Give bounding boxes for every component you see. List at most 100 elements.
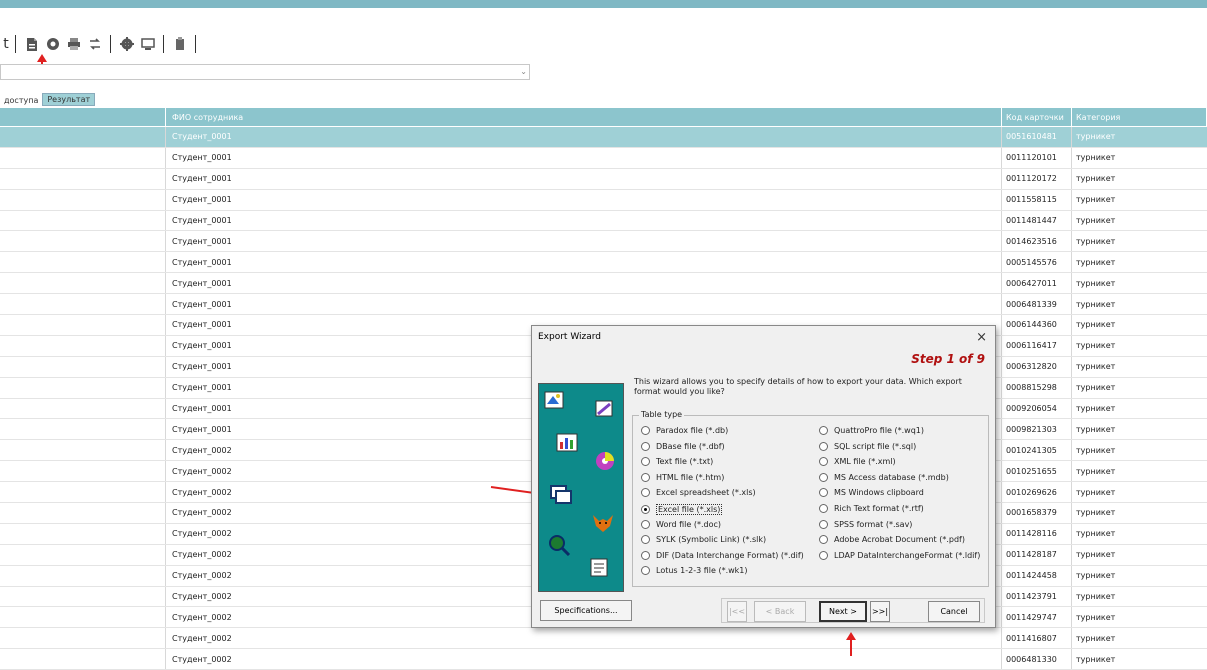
export-icon[interactable] xyxy=(23,36,40,53)
employee-name-cell[interactable]: Студент_0001 xyxy=(166,231,1002,252)
print-icon[interactable] xyxy=(65,36,82,53)
close-icon[interactable]: × xyxy=(976,330,987,345)
employee-name-cell[interactable]: Студент_0002 xyxy=(166,628,1002,649)
row-indicator-cell[interactable] xyxy=(0,565,166,586)
export-format-option[interactable]: HTML file (*.htm) xyxy=(641,472,724,482)
card-code-cell[interactable]: 0011424458 xyxy=(1002,565,1072,586)
next-button[interactable]: Next > xyxy=(819,601,867,622)
category-cell[interactable]: турникет xyxy=(1072,649,1207,669)
radio-button[interactable] xyxy=(819,535,828,545)
row-indicator-cell[interactable] xyxy=(0,461,166,482)
category-cell[interactable]: турникет xyxy=(1072,148,1207,168)
card-code-cell[interactable]: 0008815298 xyxy=(1002,377,1072,398)
employee-name-cell[interactable]: Студент_0002 xyxy=(166,649,1002,670)
table-row[interactable]: Студент_0001 0005145576 турникет xyxy=(0,252,1207,274)
row-indicator-cell[interactable] xyxy=(0,315,166,335)
category-cell[interactable]: турникет xyxy=(1072,503,1207,523)
card-code-cell[interactable]: 0011428116 xyxy=(1002,523,1072,544)
tab-result[interactable]: Результат xyxy=(42,93,96,106)
row-indicator-cell[interactable] xyxy=(0,294,166,315)
specifications-button[interactable]: Specifications... xyxy=(540,600,632,621)
card-code-cell[interactable]: 0011429747 xyxy=(1002,607,1072,628)
category-cell[interactable]: турникет xyxy=(1072,357,1207,377)
category-cell[interactable]: турникет xyxy=(1072,190,1207,210)
card-code-cell[interactable]: 0006481339 xyxy=(1002,294,1072,315)
radio-button[interactable] xyxy=(819,472,828,482)
radio-button[interactable] xyxy=(641,426,650,435)
row-indicator-cell[interactable] xyxy=(0,210,166,231)
export-format-option[interactable]: DIF (Data Interchange Format) (*.dif) xyxy=(641,550,804,560)
export-format-option[interactable]: Rich Text format (*.rtf) xyxy=(819,504,924,513)
card-code-cell[interactable]: 0009206054 xyxy=(1002,398,1072,419)
grid-header-card-code[interactable]: Код карточки xyxy=(1002,108,1072,126)
category-cell[interactable]: турникет xyxy=(1072,336,1207,356)
card-code-cell[interactable]: 0010251655 xyxy=(1002,461,1072,482)
radio-button[interactable] xyxy=(641,535,650,545)
radio-button[interactable] xyxy=(641,488,650,498)
category-cell[interactable]: турникет xyxy=(1072,231,1207,251)
radio-button[interactable] xyxy=(641,505,650,514)
export-format-option[interactable]: SQL script file (*.sql) xyxy=(819,441,916,451)
row-indicator-cell[interactable] xyxy=(0,127,166,147)
category-cell[interactable]: турникет xyxy=(1072,399,1207,419)
card-code-cell[interactable]: 0011120101 xyxy=(1002,147,1072,168)
export-format-option[interactable]: DBase file (*.dbf) xyxy=(641,441,725,451)
radio-button[interactable] xyxy=(641,457,650,467)
row-indicator-cell[interactable] xyxy=(0,419,166,440)
export-format-option[interactable]: Word file (*.doc) xyxy=(641,519,721,529)
row-indicator-cell[interactable] xyxy=(0,335,166,356)
back-button[interactable]: < Back xyxy=(754,601,806,622)
table-row[interactable]: Студент_0002 0006481330 турникет xyxy=(0,649,1207,670)
row-indicator-cell[interactable] xyxy=(0,147,166,168)
row-indicator-cell[interactable] xyxy=(0,273,166,294)
table-row[interactable]: Студент_0001 0011558115 турникет xyxy=(0,189,1207,211)
row-indicator-cell[interactable] xyxy=(0,523,166,544)
category-cell[interactable]: турникет xyxy=(1072,273,1207,293)
employee-name-cell[interactable]: Студент_0001 xyxy=(166,168,1002,189)
category-cell[interactable]: турникет xyxy=(1072,211,1207,231)
employee-name-cell[interactable]: Студент_0001 xyxy=(166,147,1002,168)
card-code-cell[interactable]: 0005145576 xyxy=(1002,252,1072,273)
card-code-cell[interactable]: 0006427011 xyxy=(1002,273,1072,294)
export-format-option[interactable]: Excel spreadsheet (*.xls) xyxy=(641,488,756,498)
export-format-option[interactable]: SYLK (Symbolic Link) (*.slk) xyxy=(641,535,766,545)
radio-button[interactable] xyxy=(641,566,650,576)
row-indicator-cell[interactable] xyxy=(0,398,166,419)
category-cell[interactable]: турникет xyxy=(1072,252,1207,272)
row-indicator-cell[interactable] xyxy=(0,649,166,670)
filter-combobox[interactable]: ⌄ xyxy=(0,64,530,80)
table-row[interactable]: Студент_0001 0011481447 турникет xyxy=(0,210,1207,232)
table-row[interactable]: Студент_0001 0014623516 турникет xyxy=(0,231,1207,253)
row-indicator-cell[interactable] xyxy=(0,356,166,377)
employee-name-cell[interactable]: Студент_0001 xyxy=(166,127,1002,147)
category-cell[interactable]: турникет xyxy=(1072,127,1207,147)
card-code-cell[interactable]: 0006481330 xyxy=(1002,649,1072,670)
employee-name-cell[interactable]: Студент_0001 xyxy=(166,252,1002,273)
employee-name-cell[interactable]: Студент_0001 xyxy=(166,294,1002,315)
radio-button[interactable] xyxy=(641,519,650,529)
card-code-cell[interactable]: 0010241305 xyxy=(1002,440,1072,461)
card-code-cell[interactable]: 0011416807 xyxy=(1002,628,1072,649)
category-cell[interactable]: турникет xyxy=(1072,378,1207,398)
card-code-cell[interactable]: 0010269626 xyxy=(1002,482,1072,503)
export-format-option[interactable]: Lotus 1-2-3 file (*.wk1) xyxy=(641,566,748,576)
employee-name-cell[interactable]: Студент_0001 xyxy=(166,210,1002,231)
radio-button[interactable] xyxy=(819,550,828,560)
category-cell[interactable]: турникет xyxy=(1072,482,1207,502)
category-cell[interactable]: турникет xyxy=(1072,524,1207,544)
category-cell[interactable]: турникет xyxy=(1072,294,1207,314)
category-cell[interactable]: турникет xyxy=(1072,566,1207,586)
row-indicator-cell[interactable] xyxy=(0,252,166,273)
category-cell[interactable]: турникет xyxy=(1072,419,1207,439)
row-indicator-cell[interactable] xyxy=(0,503,166,523)
table-row[interactable]: Студент_0001 0006427011 турникет xyxy=(0,273,1207,295)
table-row[interactable]: Студент_0001 0051610481 турникет xyxy=(0,127,1207,148)
radio-button[interactable] xyxy=(819,426,828,435)
card-code-cell[interactable]: 0011481447 xyxy=(1002,210,1072,231)
row-indicator-cell[interactable] xyxy=(0,607,166,628)
refresh-icon[interactable] xyxy=(86,36,103,53)
grid-header-name[interactable]: ФИО сотрудника xyxy=(166,108,1002,126)
category-cell[interactable]: турникет xyxy=(1072,440,1207,460)
gear-icon[interactable] xyxy=(118,36,135,53)
export-format-option[interactable]: SPSS format (*.sav) xyxy=(819,519,912,529)
